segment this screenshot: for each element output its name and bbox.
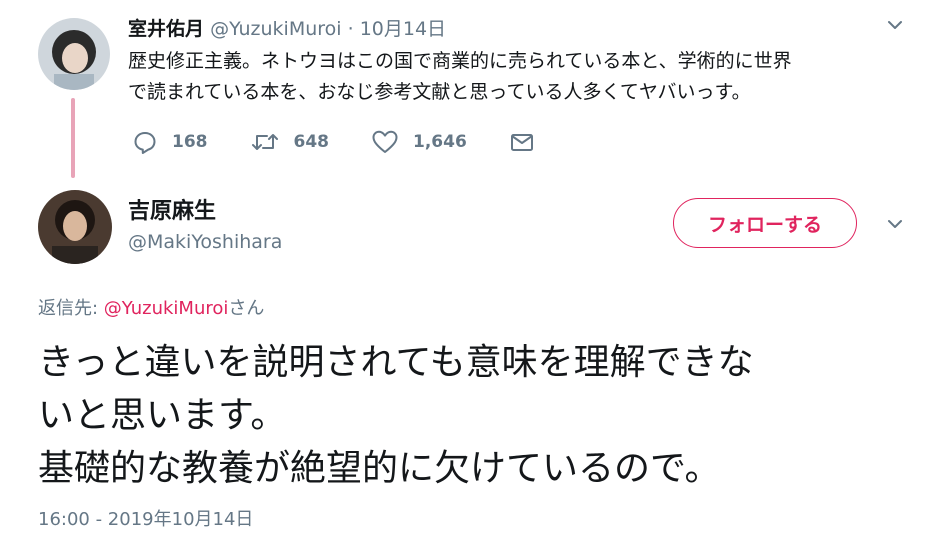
tweet1-author-handle[interactable]: @YuzukiMuroi [210,18,342,40]
tweet2-timestamp[interactable]: 16:00 - 2019年10月14日 [38,505,253,531]
follow-button[interactable]: フォローする [673,198,857,248]
tweet2-author-handle[interactable]: @MakiYoshihara [128,231,282,253]
like-button[interactable]: 1,646 [371,129,467,155]
tweet1-text: 歴史修正主義。ネトウヨはこの国で商業的に売られている本と、学術的に世界 で読まれ… [128,46,918,108]
heart-icon [371,129,399,155]
like-count: 1,646 [413,132,467,152]
tweet1-date[interactable]: 10月14日 [360,18,446,40]
chevron-down-icon[interactable] [884,14,906,40]
retweet-button[interactable]: 648 [250,129,330,155]
reply-count: 168 [172,132,208,152]
tweet2-text-line2: いと思います。 [38,395,287,436]
tweet1-author-name[interactable]: 室井佑月 [128,18,204,40]
tweet2-author-name[interactable]: 吉原麻生 [128,193,216,225]
reply-prefix: 返信先: [38,298,104,319]
avatar-yuzuki-muroi[interactable] [38,18,110,90]
reply-icon [132,129,158,155]
retweet-icon [250,129,280,155]
reply-context: 返信先: @YuzukiMuroiさん [38,294,264,320]
direct-message-button[interactable] [509,129,535,155]
retweet-count: 648 [293,132,330,152]
tweet1-separator: · [347,18,354,40]
tweet2-text-line1: きっと違いを説明されても意味を理解できな [38,342,754,383]
tweet1-text-line2: で読まれている本を、おなじ参考文献と思っている人多くてヤバいっす。 [128,81,751,103]
avatar-maki-yoshihara[interactable] [38,190,112,264]
tweet1-header: 室井佑月 @YuzukiMuroi · 10月14日 [128,14,446,41]
tweet1-text-line1: 歴史修正主義。ネトウヨはこの国で商業的に売られている本と、学術的に世界 [128,50,792,72]
thread-connector-line [71,98,75,178]
tweet2-text-line3: 基礎的な教養が絶望的に欠けているので。 [38,448,721,489]
reply-suffix: さん [228,298,265,319]
chevron-down-icon[interactable] [884,213,906,239]
envelope-icon [509,129,535,155]
reply-mention-link[interactable]: @YuzukiMuroi [104,298,229,319]
reply-button[interactable]: 168 [132,129,208,155]
tweet1-action-bar: 168 648 1,646 [132,128,577,156]
tweet2-text: きっと違いを説明されても意味を理解できな いと思います。 基礎的な教養が絶望的に… [38,336,918,495]
